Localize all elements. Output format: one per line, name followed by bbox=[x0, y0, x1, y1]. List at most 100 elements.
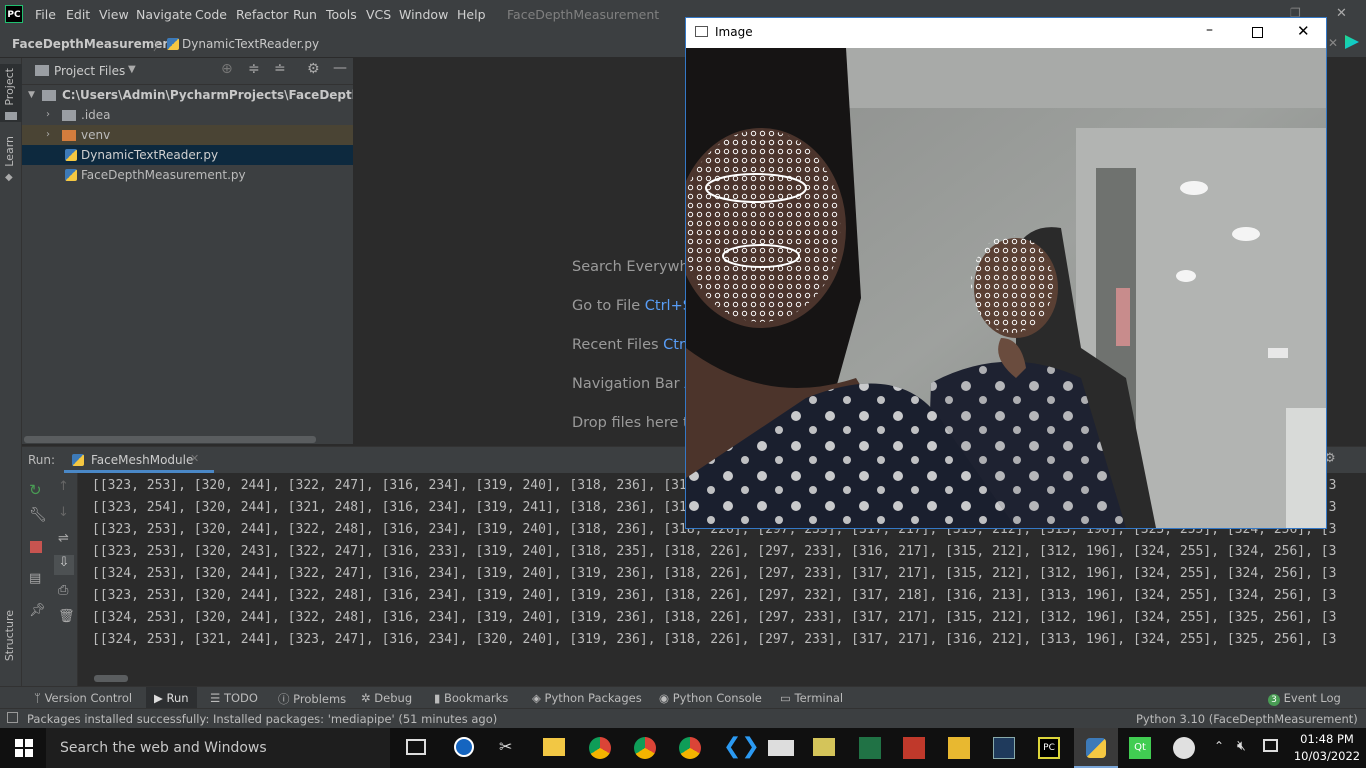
locate-icon[interactable]: ⊕ bbox=[221, 61, 233, 77]
settings-icon[interactable]: ✕ bbox=[1328, 36, 1338, 50]
tab-terminal[interactable]: ▭ Terminal bbox=[780, 691, 843, 705]
menu-tools[interactable]: Tools bbox=[326, 7, 357, 22]
excel-icon[interactable] bbox=[859, 737, 881, 759]
output-horizontal-scrollbar[interactable] bbox=[94, 675, 128, 682]
rerun-icon[interactable]: ↻ bbox=[29, 481, 42, 499]
scroll-to-end-icon[interactable]: ⇩ bbox=[54, 555, 74, 575]
tree-root[interactable]: ▼ C:\Users\Admin\PycharmProjects\FaceDep… bbox=[22, 85, 410, 105]
menu-navigate[interactable]: Navigate bbox=[136, 7, 192, 22]
chrome-icon-2[interactable] bbox=[634, 737, 656, 759]
webcam-frame bbox=[686, 48, 1326, 528]
menu-code[interactable]: Code bbox=[195, 7, 227, 22]
tab-event-log[interactable]: 3 Event Log bbox=[1268, 691, 1341, 706]
project-view-dropdown[interactable]: Project Files bbox=[54, 64, 125, 78]
snipping-tool-icon[interactable]: ✂ bbox=[499, 737, 521, 759]
ide-close-icon[interactable]: ✕ bbox=[1336, 6, 1347, 21]
close-icon[interactable]: ✕ bbox=[1297, 22, 1310, 40]
clock-date[interactable]: 10/03/2022 bbox=[1292, 749, 1362, 763]
status-message[interactable]: Packages installed successfully: Install… bbox=[27, 712, 497, 726]
clock-time[interactable]: 01:48 PM bbox=[1296, 732, 1358, 746]
status-toggle-icon[interactable] bbox=[7, 712, 18, 723]
menu-file[interactable]: File bbox=[35, 7, 56, 22]
tab-debug[interactable]: ✲ Debug bbox=[361, 691, 412, 705]
menu-window[interactable]: Window bbox=[399, 7, 448, 22]
python-icon bbox=[1086, 738, 1106, 758]
collapse-all-icon[interactable]: ≐ bbox=[274, 61, 286, 77]
pin-icon[interactable]: 📌︎ bbox=[29, 603, 46, 618]
chevron-right-icon[interactable]: › bbox=[46, 125, 50, 145]
chrome-icon-3[interactable] bbox=[679, 737, 701, 759]
qt-app-icon[interactable]: Qt bbox=[1129, 737, 1151, 759]
expand-all-icon[interactable]: ≑ bbox=[248, 61, 260, 77]
tree-item-facedepthmeasurement[interactable]: FaceDepthMeasurement.py bbox=[22, 165, 353, 185]
window-title: FaceDepthMeasurement bbox=[507, 7, 660, 22]
tray-chevron-up-icon[interactable]: ⌃ bbox=[1214, 739, 1224, 753]
tab-run[interactable]: ▶ Run bbox=[146, 687, 197, 708]
paint-app-icon[interactable] bbox=[1173, 737, 1195, 759]
layout-icon[interactable]: ▤ bbox=[29, 571, 41, 586]
trash-icon[interactable]: 🗑︎ bbox=[58, 609, 75, 624]
gear-icon[interactable]: ⚙ bbox=[307, 61, 320, 77]
notes-app-icon[interactable] bbox=[813, 738, 835, 756]
tab-python-console[interactable]: ◉ Python Console bbox=[659, 691, 762, 705]
notifications-icon[interactable] bbox=[1263, 739, 1278, 752]
learn-tool-tab[interactable]: Learn ◆ bbox=[0, 134, 22, 184]
project-tab-label: Project bbox=[3, 68, 16, 106]
horizontal-scrollbar[interactable] bbox=[24, 436, 316, 443]
maximize-icon[interactable] bbox=[1252, 27, 1263, 38]
hint-label: Go to File bbox=[572, 298, 641, 314]
learn-icon: ◆ bbox=[5, 172, 13, 183]
stop-icon[interactable] bbox=[30, 541, 42, 553]
python-taskbar-active[interactable] bbox=[1074, 728, 1118, 768]
file-explorer-icon[interactable] bbox=[543, 738, 565, 756]
menu-view[interactable]: View bbox=[99, 7, 129, 22]
tab-bookmarks[interactable]: ▮ Bookmarks bbox=[434, 691, 508, 705]
chrome-icon[interactable] bbox=[589, 737, 611, 759]
tab-python-packages[interactable]: ◈ Python Packages bbox=[532, 691, 642, 705]
database-app-icon[interactable] bbox=[993, 737, 1015, 759]
red-app-icon[interactable] bbox=[903, 737, 925, 759]
tab-version-control[interactable]: ᛘ Version Control bbox=[34, 691, 132, 705]
tree-item-venv[interactable]: › venv bbox=[22, 125, 353, 145]
browser-app-icon[interactable] bbox=[454, 737, 474, 757]
task-view-icon[interactable] bbox=[406, 739, 426, 755]
tab-problems[interactable]: ⓘ Problems bbox=[278, 691, 346, 707]
run-tab-facemeshmodule[interactable]: FaceMeshModule ✕ bbox=[64, 447, 214, 473]
close-tab-icon[interactable]: ✕ bbox=[190, 452, 199, 465]
soft-wrap-icon[interactable]: ⇌ bbox=[58, 531, 69, 546]
minimize-icon[interactable]: – bbox=[1206, 22, 1213, 38]
speaker-muted-icon[interactable]: 🔇︎ bbox=[1237, 738, 1246, 754]
chevron-down-icon[interactable]: ▼ bbox=[28, 85, 35, 105]
pycharm-taskbar-icon[interactable]: PC bbox=[1038, 737, 1060, 759]
tree-item-label: venv bbox=[81, 128, 111, 142]
taskbar-search-box[interactable]: Search the web and Windows bbox=[46, 728, 390, 768]
tree-item-dynamictextreader[interactable]: DynamicTextReader.py bbox=[22, 145, 353, 165]
breadcrumb-project[interactable]: FaceDepthMeasurement bbox=[12, 37, 177, 51]
windows-start-icon[interactable] bbox=[15, 739, 33, 757]
menu-run[interactable]: Run bbox=[293, 7, 317, 22]
wrench-icon[interactable]: 🔧︎ bbox=[29, 507, 47, 523]
info-icon: ⓘ bbox=[278, 692, 290, 706]
project-tool-tab[interactable]: Project bbox=[0, 64, 22, 122]
arrow-down-icon[interactable]: ↓ bbox=[58, 505, 69, 520]
breadcrumb-file[interactable]: DynamicTextReader.py bbox=[182, 37, 319, 51]
chevron-right-icon[interactable]: › bbox=[46, 105, 50, 125]
menu-refactor[interactable]: Refactor bbox=[236, 7, 288, 22]
tab-todo[interactable]: ☰ TODO bbox=[210, 691, 258, 705]
chevron-down-icon[interactable]: ▼ bbox=[128, 64, 136, 75]
image-window-title: Image bbox=[715, 25, 753, 39]
image-window-titlebar[interactable]: Image – ✕ bbox=[686, 18, 1326, 48]
jetbrains-update-icon[interactable] bbox=[1345, 35, 1359, 49]
minimize-panel-icon[interactable]: — bbox=[333, 60, 347, 76]
yellow-app-icon[interactable] bbox=[948, 737, 970, 759]
vscode-icon[interactable]: ❮❯ bbox=[723, 736, 760, 758]
menu-vcs[interactable]: VCS bbox=[366, 7, 391, 22]
list-icon: ☰ bbox=[210, 691, 221, 705]
menu-edit[interactable]: Edit bbox=[66, 7, 90, 22]
print-icon[interactable]: ⎙ bbox=[58, 583, 68, 598]
tree-item-idea[interactable]: › .idea bbox=[22, 105, 353, 125]
structure-tool-tab[interactable]: Structure bbox=[0, 606, 22, 676]
menu-help[interactable]: Help bbox=[457, 7, 486, 22]
keyboard-app-icon[interactable] bbox=[768, 740, 794, 756]
arrow-up-icon[interactable]: ↑ bbox=[58, 479, 69, 494]
